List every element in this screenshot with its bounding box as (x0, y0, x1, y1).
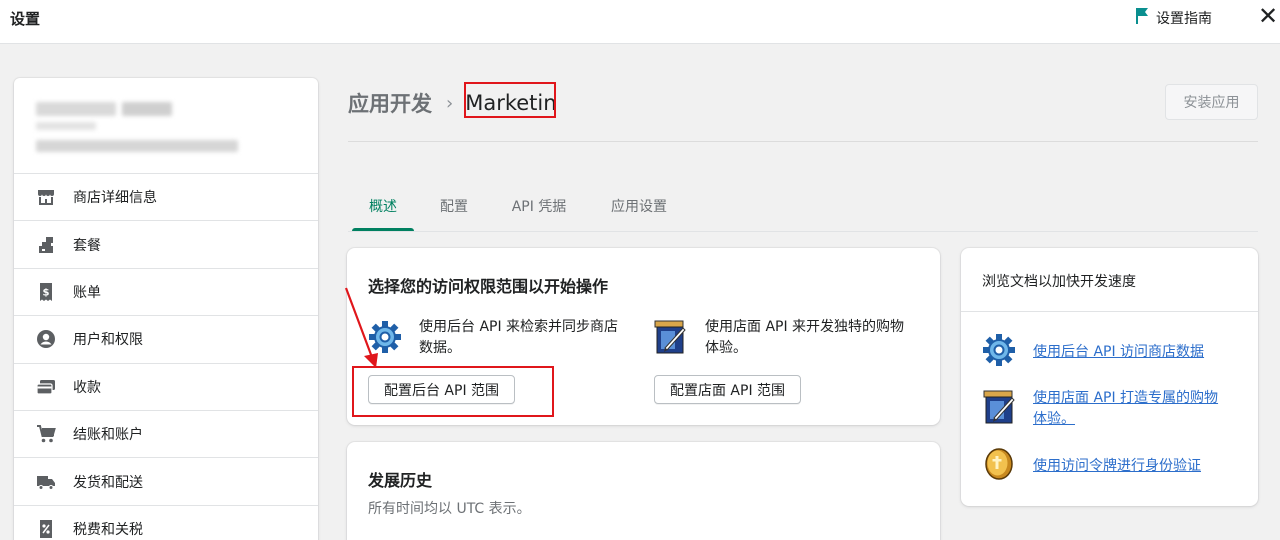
sidebar-item-checkout[interactable]: 结账和账户 (14, 411, 318, 459)
store-icon (36, 187, 56, 207)
tax-icon (36, 519, 56, 539)
sidebar-item-label: 结账和账户 (73, 427, 143, 444)
highlight-box-app-name (464, 82, 556, 118)
highlight-box-admin-button (352, 366, 554, 417)
storefront-api-description: 使用店面 API 来开发独特的购物 体验。 (705, 317, 925, 359)
admin-api-text-line1: 使用后台 API 来检索并同步商店 (419, 319, 619, 335)
blurred-store-detail (36, 122, 96, 130)
page-title: 设置 (10, 10, 41, 28)
store-info-blurred (14, 78, 318, 174)
plan-icon (36, 235, 56, 255)
docs-card-title: 浏览文档以加快开发速度 (982, 274, 1136, 290)
setup-guide-button[interactable]: 设置指南 (1134, 7, 1212, 29)
card-title: 选择您的访问权限范围以开始操作 (368, 277, 609, 296)
tab-bar: 概述 配置 API 凭据 应用设置 (348, 186, 1258, 232)
sidebar-item-label: 发货和配送 (73, 474, 143, 491)
sidebar-item-tax[interactable]: 税费和关税 (14, 506, 318, 540)
history-subtitle: 所有时间均以 UTC 表示。 (368, 501, 531, 517)
sidebar-item-payments[interactable]: 收款 (14, 364, 318, 411)
doc-link-storefront-api[interactable]: 使用店面 API 打造专属的购物 体验。 (1033, 388, 1243, 430)
doc-link-access-token[interactable]: 使用访问令牌进行身份验证 (1033, 456, 1201, 477)
tab-api-credentials[interactable]: API 凭据 (506, 186, 572, 230)
gear-icon (982, 333, 1016, 371)
settings-sidebar: 商店详细信息 套餐 $ 账单 用户和权限 收款 结账和账户 发货和配送 税费和关… (14, 78, 318, 540)
tab-app-settings[interactable]: 应用设置 (604, 186, 674, 230)
sidebar-item-store-details[interactable]: 商店详细信息 (14, 174, 318, 222)
user-icon (36, 329, 56, 349)
billing-icon: $ (36, 282, 56, 302)
doc-link-access-token-text[interactable]: 使用访问令牌进行身份验证 (1033, 458, 1201, 474)
tab-configuration[interactable]: 配置 (434, 186, 474, 230)
sidebar-item-label: 用户和权限 (73, 332, 143, 349)
cart-icon (36, 424, 56, 444)
coin-icon (982, 447, 1016, 485)
docs-card: 浏览文档以加快开发速度 使用后台 API 访问商店数据 使用店面 API 打造专… (961, 248, 1258, 506)
sidebar-item-label: 账单 (73, 284, 101, 301)
doc-link-storefront-line2[interactable]: 体验。 (1033, 409, 1243, 430)
blurred-store-name (36, 102, 116, 116)
blurred-store-domain (36, 140, 238, 152)
storefront-icon (982, 388, 1018, 430)
doc-link-admin-api[interactable]: 使用后台 API 访问商店数据 (1033, 342, 1204, 363)
sidebar-item-users[interactable]: 用户和权限 (14, 316, 318, 364)
annotation-arrow-icon (344, 287, 378, 368)
top-bar: 设置 设置指南 ✕ (0, 0, 1280, 44)
admin-api-text-line2: 数据。 (419, 340, 461, 356)
truck-icon (36, 472, 56, 492)
tab-overview[interactable]: 概述 (352, 186, 414, 231)
chevron-right-icon: › (446, 92, 454, 114)
sidebar-item-billing[interactable]: $ 账单 (14, 269, 318, 317)
flag-icon (1134, 7, 1150, 29)
admin-api-description: 使用后台 API 来检索并同步商店 数据。 (419, 317, 639, 359)
docs-divider (961, 311, 1258, 312)
sidebar-item-label: 税费和关税 (73, 521, 143, 538)
sidebar-item-label: 收款 (73, 379, 101, 396)
configure-storefront-api-scopes-button[interactable]: 配置店面 API 范围 (654, 375, 801, 404)
storefront-api-text-line2: 体验。 (705, 340, 747, 356)
setup-guide-label: 设置指南 (1156, 11, 1212, 27)
development-history-card: 发展历史 所有时间均以 UTC 表示。 (347, 442, 940, 540)
storefront-api-text-line1: 使用店面 API 来开发独特的购物 (705, 319, 905, 335)
breadcrumb-parent-link[interactable]: 应用开发 (348, 88, 432, 118)
history-title: 发展历史 (368, 471, 433, 490)
storefront-icon (653, 318, 689, 360)
sidebar-item-shipping[interactable]: 发货和配送 (14, 458, 318, 506)
close-icon[interactable]: ✕ (1258, 2, 1278, 30)
sidebar-item-label: 套餐 (73, 237, 101, 254)
install-app-button[interactable]: 安装应用 (1165, 84, 1258, 120)
svg-text:$: $ (43, 287, 50, 298)
doc-link-admin-api-text[interactable]: 使用后台 API 访问商店数据 (1033, 344, 1204, 360)
blurred-store-name-part (122, 102, 172, 116)
doc-link-storefront-line1[interactable]: 使用店面 API 打造专属的购物 (1033, 388, 1243, 409)
sidebar-item-plan[interactable]: 套餐 (14, 221, 318, 269)
header-divider (348, 141, 1258, 142)
payments-icon (36, 377, 56, 397)
sidebar-item-label: 商店详细信息 (73, 190, 157, 207)
